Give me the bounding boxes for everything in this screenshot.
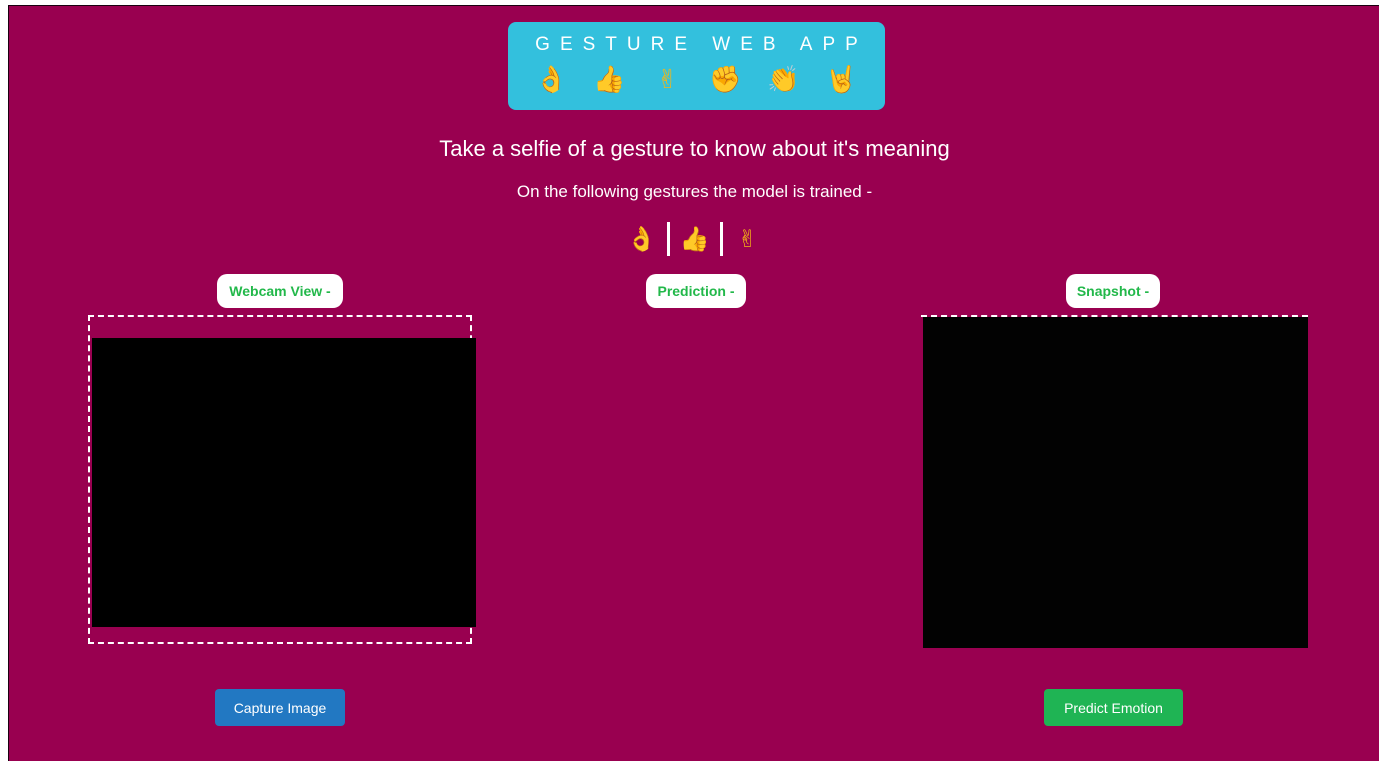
snapshot-label: Snapshot -	[1066, 274, 1160, 308]
app-frame: GESTURE WEB APP 👌 👍 ✌ ✊ 👏 🤘 Take a selfi…	[8, 5, 1379, 761]
banner-emoji-row: 👌 👍 ✌ ✊ 👏 🤘	[508, 64, 885, 96]
page-subheading: On the following gestures the model is t…	[516, 182, 873, 201]
sign-of-horns-icon: 🤘	[825, 65, 858, 95]
raised-fist-icon: ✊	[709, 65, 742, 95]
ok-hand-icon: 👌	[535, 65, 568, 95]
victory-hand-icon: ✌	[737, 225, 758, 253]
ok-hand-icon: 👌	[626, 225, 657, 253]
app-title: GESTURE WEB APP	[535, 34, 868, 55]
snapshot-frame	[921, 315, 1308, 648]
capture-image-button[interactable]: Capture Image	[215, 689, 345, 726]
trained-gestures-row: 👌 👍 ✌	[9, 222, 1379, 256]
gesture-separator	[666, 222, 670, 256]
predict-emotion-button[interactable]: Predict Emotion	[1044, 689, 1183, 726]
victory-hand-icon: ✌	[656, 65, 679, 95]
snapshot-canvas	[923, 317, 1308, 648]
webcam-view-label: Webcam View -	[217, 274, 343, 308]
webcam-video	[92, 338, 476, 627]
thumbs-up-icon: 👍	[593, 65, 626, 95]
prediction-label: Prediction -	[646, 274, 746, 308]
webcam-frame	[88, 315, 476, 644]
thumbs-up-icon: 👍	[679, 225, 710, 253]
gesture-separator	[719, 222, 723, 256]
app-banner: GESTURE WEB APP 👌 👍 ✌ ✊ 👏 🤘	[508, 22, 885, 110]
page-heading: Take a selfie of a gesture to know about…	[439, 136, 950, 161]
clapping-hands-icon: 👏	[767, 65, 800, 95]
